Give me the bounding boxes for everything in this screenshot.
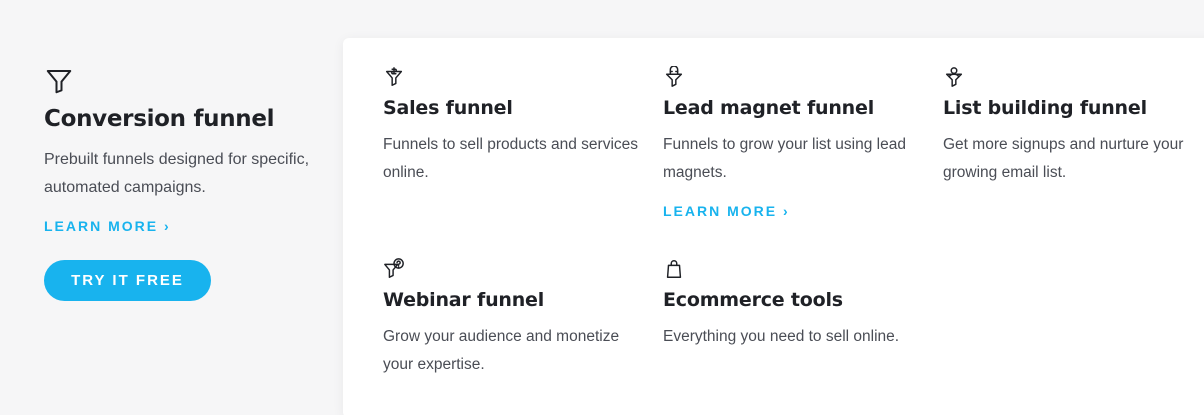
webinar-funnel-icon (383, 258, 405, 280)
list-building-funnel-description: Get more signups and nurture your growin… (943, 136, 1184, 181)
list-building-funnel-title: List building funnel (943, 97, 1147, 119)
lead-magnet-learn-more-link[interactable]: LEARN MORE › (663, 203, 790, 219)
conversion-funnel-section: Conversion funnel Prebuilt funnels desig… (44, 66, 314, 301)
list-building-funnel-card: List building funnel Get more signups an… (943, 66, 1204, 187)
shopping-bag-icon (663, 258, 685, 280)
sales-funnel-description: Funnels to sell products and services on… (383, 136, 639, 181)
list-building-icon (943, 66, 965, 88)
webinar-funnel-title: Webinar funnel (383, 289, 545, 311)
ecommerce-tools-description: Everything you need to sell online. (663, 328, 900, 345)
sales-funnel-title: Sales funnel (383, 97, 513, 119)
lead-magnet-icon (663, 65, 685, 88)
lead-magnet-funnel-description: Funnels to grow your list using lead mag… (663, 136, 906, 181)
lead-magnet-funnel-card: Lead magnet funnel Funnels to grow your … (663, 65, 928, 221)
lead-magnet-funnel-title: Lead magnet funnel (663, 97, 875, 119)
try-it-free-button[interactable]: TRY IT FREE (44, 260, 211, 301)
webinar-funnel-description: Grow your audience and monetize your exp… (383, 328, 620, 373)
webinar-funnel-card: Webinar funnel Grow your audience and mo… (383, 258, 648, 379)
conversion-funnel-title: Conversion funnel (44, 106, 275, 132)
funnel-icon (44, 66, 74, 96)
sales-funnel-icon (383, 66, 405, 88)
learn-more-link[interactable]: LEARN MORE › (44, 218, 171, 234)
ecommerce-tools-card: Ecommerce tools Everything you need to s… (663, 258, 928, 351)
sales-funnel-card: Sales funnel Funnels to sell products an… (383, 66, 648, 187)
ecommerce-tools-title: Ecommerce tools (663, 289, 843, 311)
conversion-funnel-description: Prebuilt funnels designed for specific, … (44, 151, 310, 196)
funnel-types-panel: Sales funnel Funnels to sell products an… (343, 38, 1204, 415)
